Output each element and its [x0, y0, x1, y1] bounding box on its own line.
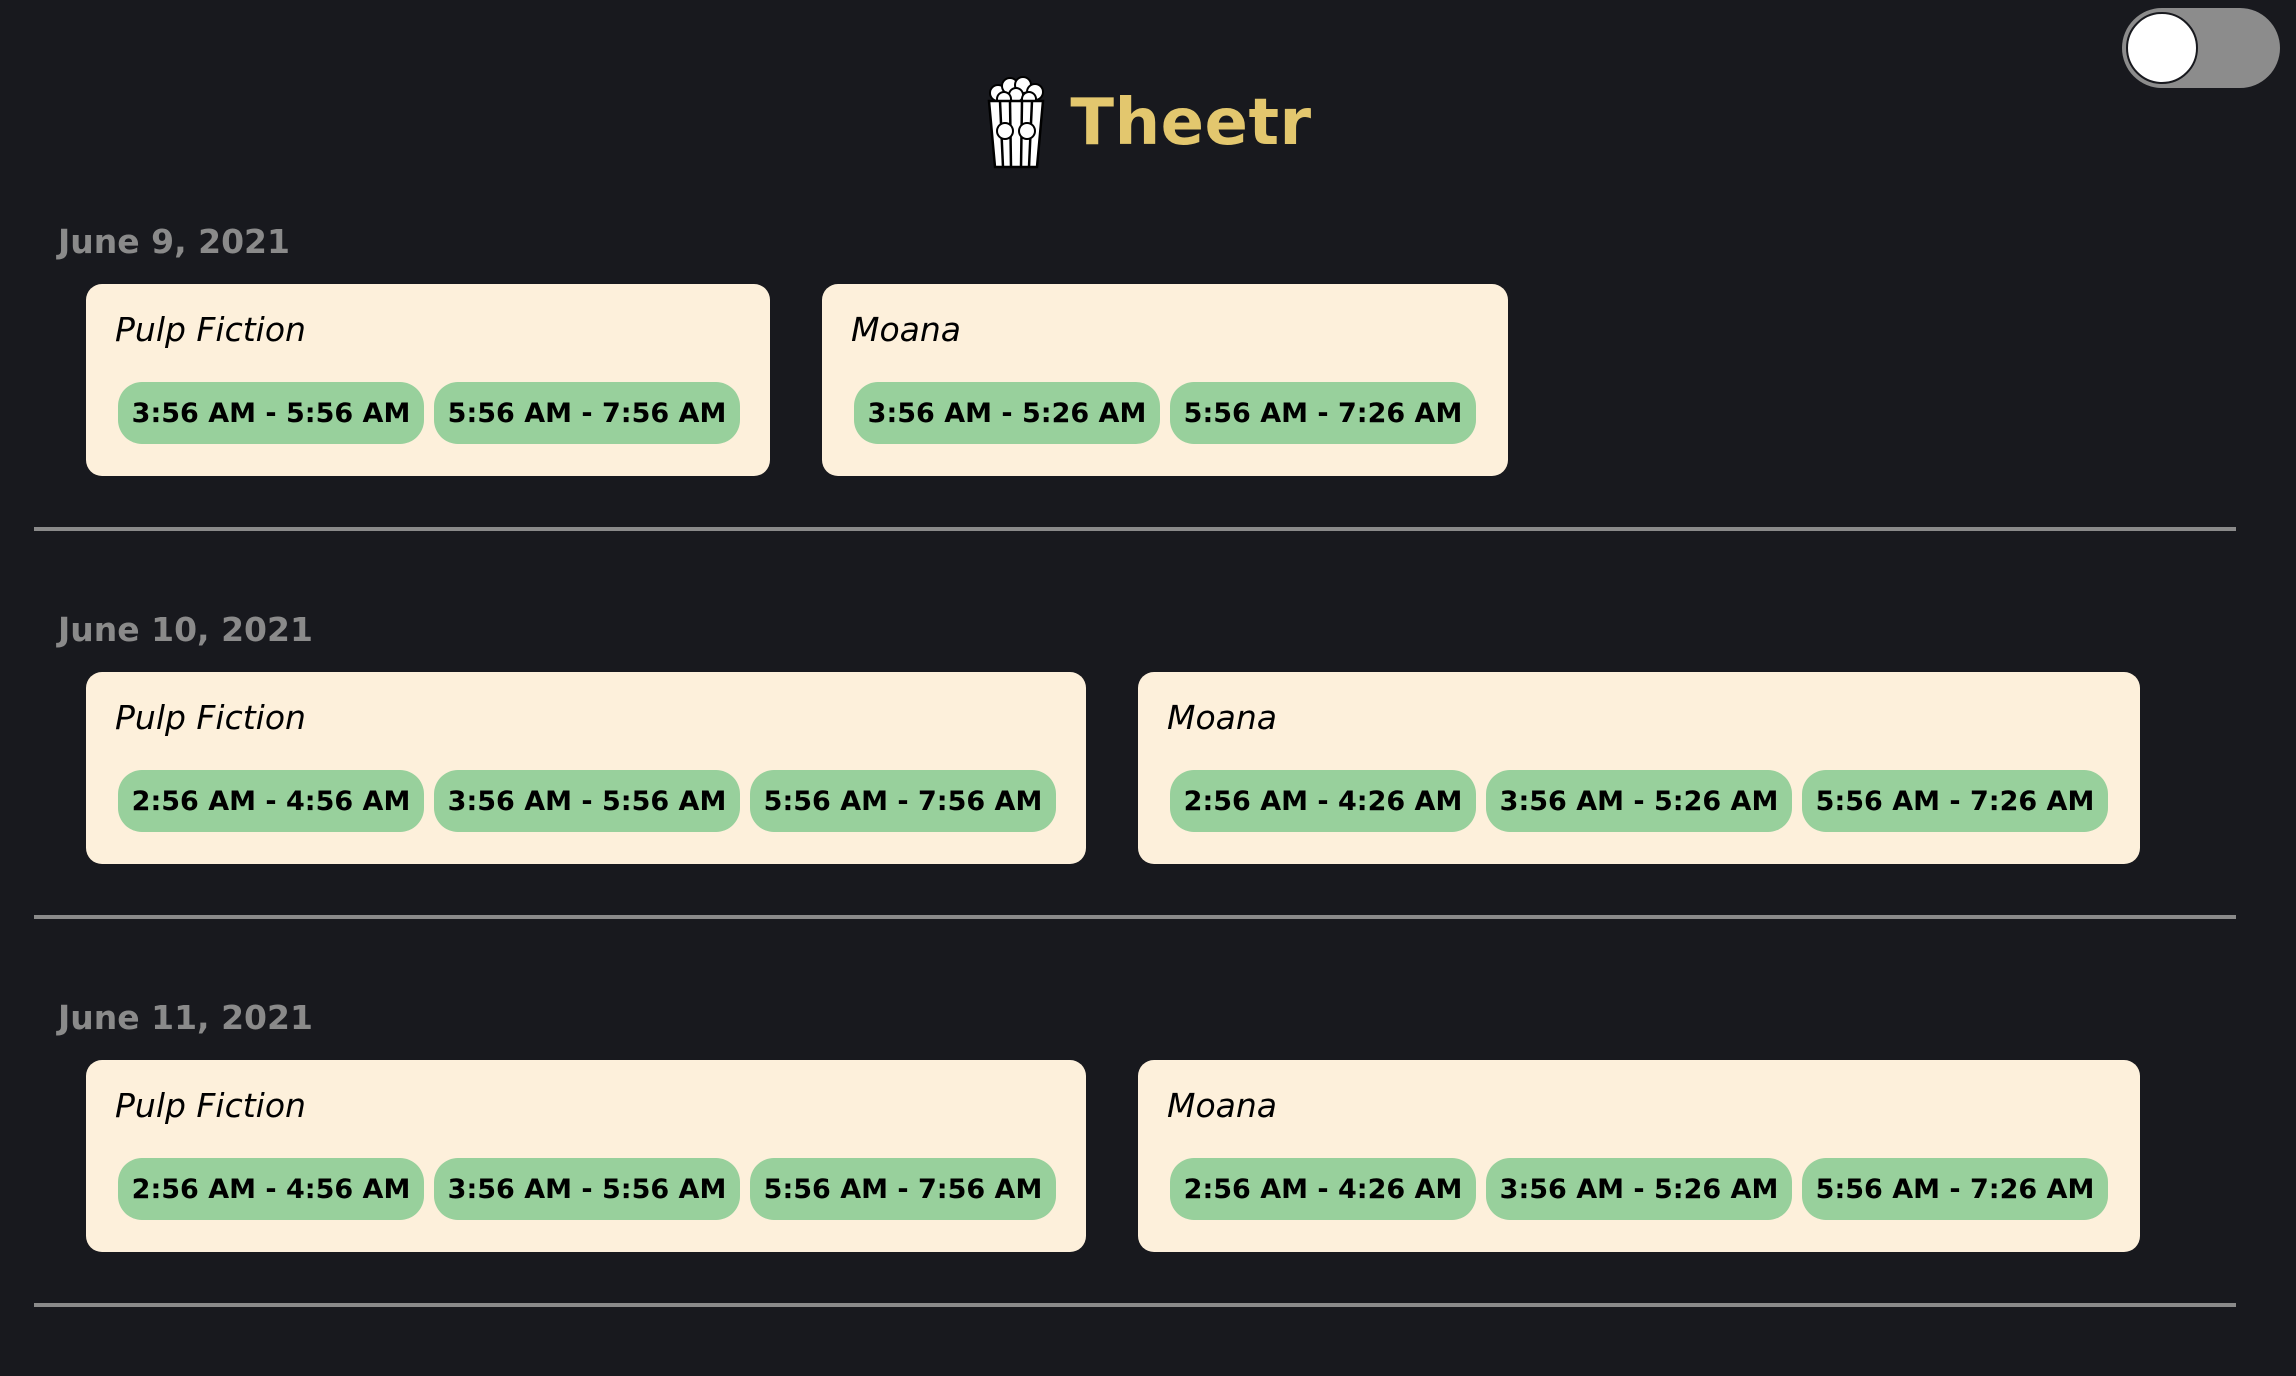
app-title: Theetr — [1070, 86, 1312, 160]
showtime-button[interactable]: 3:56 AM - 5:26 AM — [1486, 770, 1792, 832]
showtime-button[interactable]: 5:56 AM - 7:26 AM — [1170, 382, 1476, 444]
showtime-button[interactable]: 3:56 AM - 5:26 AM — [1486, 1158, 1792, 1220]
date-heading: June 11, 2021 — [58, 998, 313, 1037]
showtimes-list: 3:56 AM - 5:26 AM 5:56 AM - 7:26 AM — [854, 382, 1476, 444]
movie-title: Pulp Fiction — [115, 1086, 306, 1125]
movie-title: Moana — [1167, 698, 1278, 737]
showtimes-list: 2:56 AM - 4:26 AM 3:56 AM - 5:26 AM 5:56… — [1170, 770, 2108, 832]
date-heading: June 10, 2021 — [58, 610, 313, 649]
date-heading: June 9, 2021 — [58, 222, 290, 261]
movie-card: Moana 2:56 AM - 4:26 AM 3:56 AM - 5:26 A… — [1138, 672, 2140, 864]
showtime-button[interactable]: 3:56 AM - 5:26 AM — [854, 382, 1160, 444]
showtime-button[interactable]: 5:56 AM - 7:26 AM — [1802, 1158, 2108, 1220]
showtime-button[interactable]: 2:56 AM - 4:26 AM — [1170, 1158, 1476, 1220]
showtime-button[interactable]: 2:56 AM - 4:56 AM — [118, 770, 424, 832]
movie-card: Moana 2:56 AM - 4:26 AM 3:56 AM - 5:26 A… — [1138, 1060, 2140, 1252]
showtime-button[interactable]: 5:56 AM - 7:56 AM — [434, 382, 740, 444]
showtime-button[interactable]: 5:56 AM - 7:56 AM — [750, 770, 1056, 832]
popcorn-icon — [988, 76, 1045, 169]
showtimes-list: 2:56 AM - 4:56 AM 3:56 AM - 5:56 AM 5:56… — [118, 770, 1056, 832]
movie-card: Pulp Fiction 2:56 AM - 4:56 AM 3:56 AM -… — [86, 1060, 1086, 1252]
movie-card: Moana 3:56 AM - 5:26 AM 5:56 AM - 7:26 A… — [822, 284, 1508, 476]
showtime-button[interactable]: 2:56 AM - 4:56 AM — [118, 1158, 424, 1220]
movie-card: Pulp Fiction 3:56 AM - 5:56 AM 5:56 AM -… — [86, 284, 770, 476]
movie-title: Moana — [851, 310, 962, 349]
app-header: Theetr — [0, 68, 2296, 178]
movie-title: Pulp Fiction — [115, 310, 306, 349]
showtimes-list: 2:56 AM - 4:56 AM 3:56 AM - 5:56 AM 5:56… — [118, 1158, 1056, 1220]
showtime-button[interactable]: 2:56 AM - 4:26 AM — [1170, 770, 1476, 832]
movie-title: Pulp Fiction — [115, 698, 306, 737]
movie-title: Moana — [1167, 1086, 1278, 1125]
section-divider — [34, 1303, 2236, 1307]
showtime-button[interactable]: 3:56 AM - 5:56 AM — [434, 770, 740, 832]
showtime-button[interactable]: 5:56 AM - 7:56 AM — [750, 1158, 1056, 1220]
movie-card: Pulp Fiction 2:56 AM - 4:56 AM 3:56 AM -… — [86, 672, 1086, 864]
showtime-button[interactable]: 3:56 AM - 5:56 AM — [434, 1158, 740, 1220]
section-divider — [34, 915, 2236, 919]
showtimes-list: 3:56 AM - 5:56 AM 5:56 AM - 7:56 AM — [118, 382, 740, 444]
showtime-button[interactable]: 5:56 AM - 7:26 AM — [1802, 770, 2108, 832]
showtimes-list: 2:56 AM - 4:26 AM 3:56 AM - 5:26 AM 5:56… — [1170, 1158, 2108, 1220]
app-root: Theetr June 9, 2021 Pulp Fiction 3:56 AM… — [0, 0, 2296, 1376]
section-divider — [34, 527, 2236, 531]
showtime-button[interactable]: 3:56 AM - 5:56 AM — [118, 382, 424, 444]
